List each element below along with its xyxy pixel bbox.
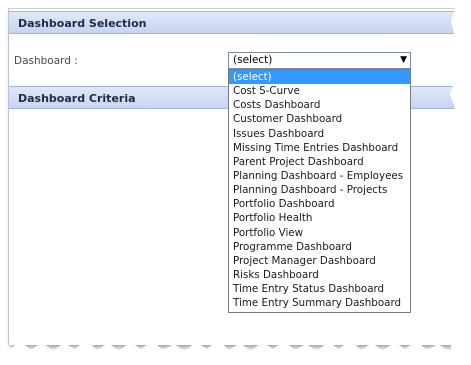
- dropdown-option[interactable]: Cost S-Curve: [229, 84, 410, 98]
- dropdown-option[interactable]: Planning Dashboard - Employees: [229, 169, 410, 183]
- dropdown-option[interactable]: Programme Dashboard: [229, 240, 410, 254]
- dropdown-option[interactable]: (select): [229, 70, 410, 85]
- dropdown-option[interactable]: Time Entry Status Dashboard: [229, 282, 410, 296]
- dropdown-option[interactable]: Portfolio Dashboard: [229, 197, 410, 211]
- dashboard-label: Dashboard :: [14, 55, 78, 67]
- dashboard-panel: Dashboard Selection Dashboard : (select)…: [8, 8, 455, 345]
- torn-edge-right: [449, 0, 471, 365]
- dropdown-option[interactable]: Missing Time Entries Dashboard: [229, 141, 410, 155]
- dropdown-option[interactable]: Project Manager Dashboard: [229, 254, 410, 268]
- dashboard-select[interactable]: (select) ▼: [228, 52, 411, 69]
- dropdown-option[interactable]: Planning Dashboard - Projects: [229, 183, 410, 197]
- triangle-down-icon[interactable]: ▼: [400, 53, 407, 68]
- dropdown-option[interactable]: Time Entry Summary Dashboard: [229, 296, 410, 310]
- dropdown-option[interactable]: Issues Dashboard: [229, 127, 410, 141]
- dropdown-option[interactable]: Customer Dashboard: [229, 112, 410, 126]
- dropdown-option[interactable]: Costs Dashboard: [229, 98, 410, 112]
- section-header-dashboard-selection: Dashboard Selection: [9, 11, 455, 34]
- dropdown-option[interactable]: Portfolio View: [229, 226, 410, 240]
- torn-edge-bottom: [0, 340, 471, 365]
- dashboard-dropdown-list[interactable]: (select) Cost S-Curve Costs Dashboard Cu…: [228, 69, 411, 313]
- dropdown-option[interactable]: Risks Dashboard: [229, 268, 410, 282]
- dropdown-option[interactable]: Parent Project Dashboard: [229, 155, 410, 169]
- dropdown-option[interactable]: Portfolio Health: [229, 211, 410, 225]
- dashboard-select-value: (select): [233, 54, 273, 66]
